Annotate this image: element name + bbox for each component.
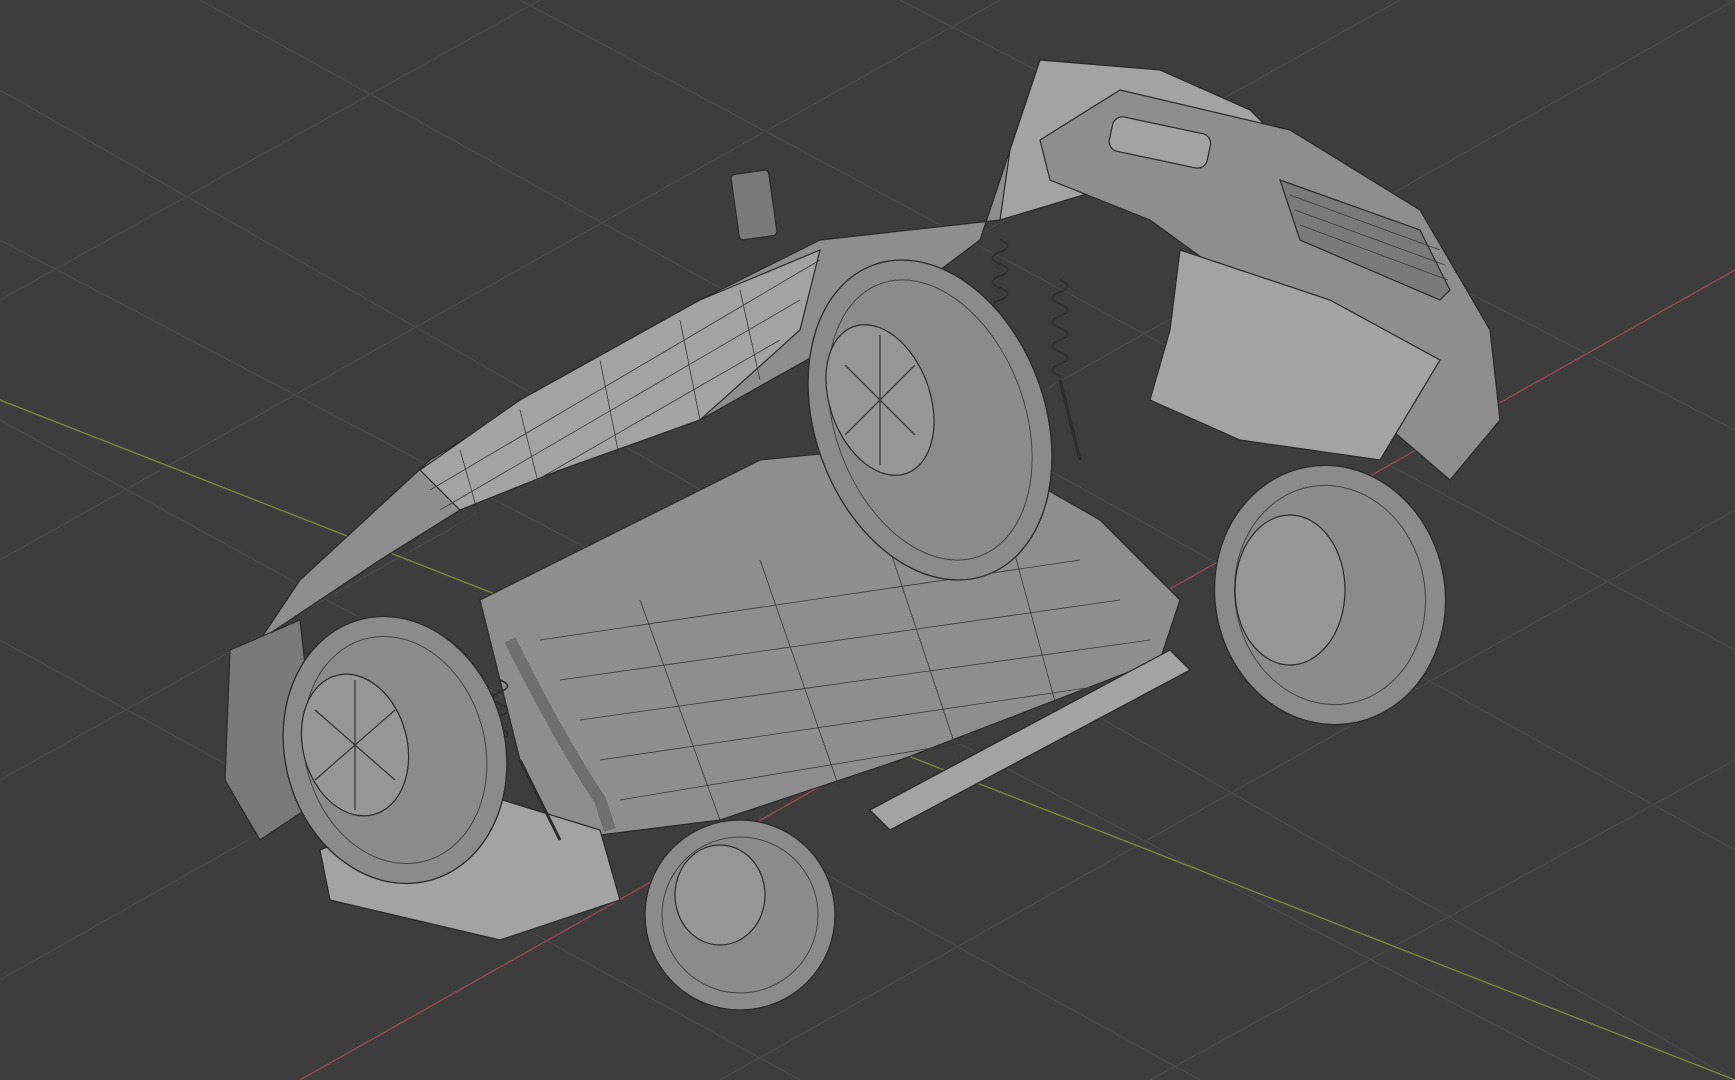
3d-viewport[interactable] [0,0,1735,1080]
rear-right-rim [674,844,766,946]
front-right-wheel[interactable] [1194,447,1466,743]
side-mirror [730,169,778,241]
viewport-canvas[interactable] [0,0,1735,1080]
suv-model[interactable] [224,59,1501,1011]
rear-right-wheel[interactable] [644,819,836,1011]
front-right-rim [1234,514,1346,666]
